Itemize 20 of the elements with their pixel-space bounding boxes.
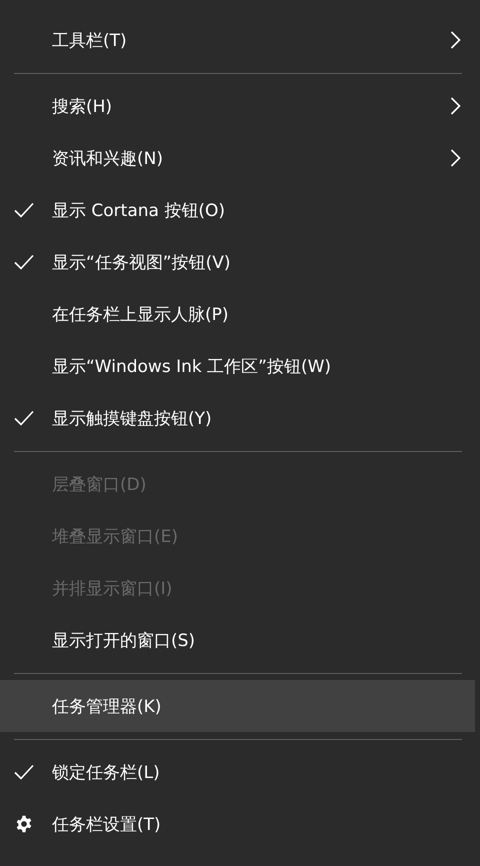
menu-item[interactable]: 显示“Windows Ink 工作区”按钮(W) <box>0 340 475 392</box>
settings-icon <box>15 815 33 833</box>
chevron-right-icon <box>450 97 461 115</box>
menu-item[interactable]: 显示 Cortana 按钮(O) <box>0 184 475 236</box>
menu-item[interactable]: 锁定任务栏(L) <box>0 746 475 798</box>
menu-item[interactable]: 显示“任务视图”按钮(V) <box>0 236 475 288</box>
menu-item[interactable]: 资讯和兴趣(N) <box>0 132 475 184</box>
menu-item[interactable]: 任务管理器(K) <box>0 680 475 732</box>
menu-item[interactable]: 任务栏设置(T) <box>0 798 475 850</box>
chevron-right-icon <box>450 149 461 167</box>
checkmark-icon <box>14 410 34 426</box>
menu-item[interactable]: 显示触摸键盘按钮(Y) <box>0 392 475 444</box>
menu-item[interactable]: 工具栏(T) <box>0 14 475 66</box>
chevron-right-icon <box>450 31 461 49</box>
checkmark-icon <box>14 254 34 270</box>
checkmark-icon <box>14 764 34 780</box>
menu-item[interactable]: 显示打开的窗口(S) <box>0 614 475 666</box>
menu-item[interactable]: 在任务栏上显示人脉(P) <box>0 288 475 340</box>
checkmark-icon <box>14 202 34 218</box>
menu-item[interactable]: 搜索(H) <box>0 80 475 132</box>
